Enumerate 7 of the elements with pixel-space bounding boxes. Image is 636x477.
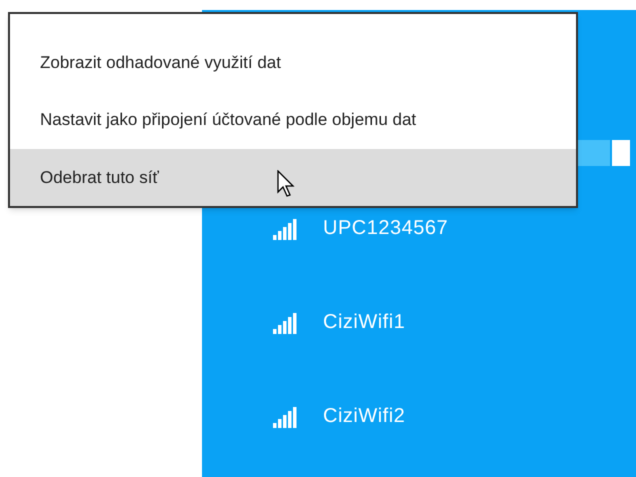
signal-icon <box>273 312 297 334</box>
menu-item[interactable]: Zobrazit odhadované využití dat <box>10 34 576 92</box>
menu-item[interactable]: Nastavit jako připojení účtované podle objemu dat <box>10 91 576 149</box>
menu-item[interactable]: Odebrat tuto síť <box>10 148 576 206</box>
signal-icon <box>273 406 297 428</box>
cursor-icon <box>277 170 296 198</box>
signal-icon <box>273 218 297 240</box>
